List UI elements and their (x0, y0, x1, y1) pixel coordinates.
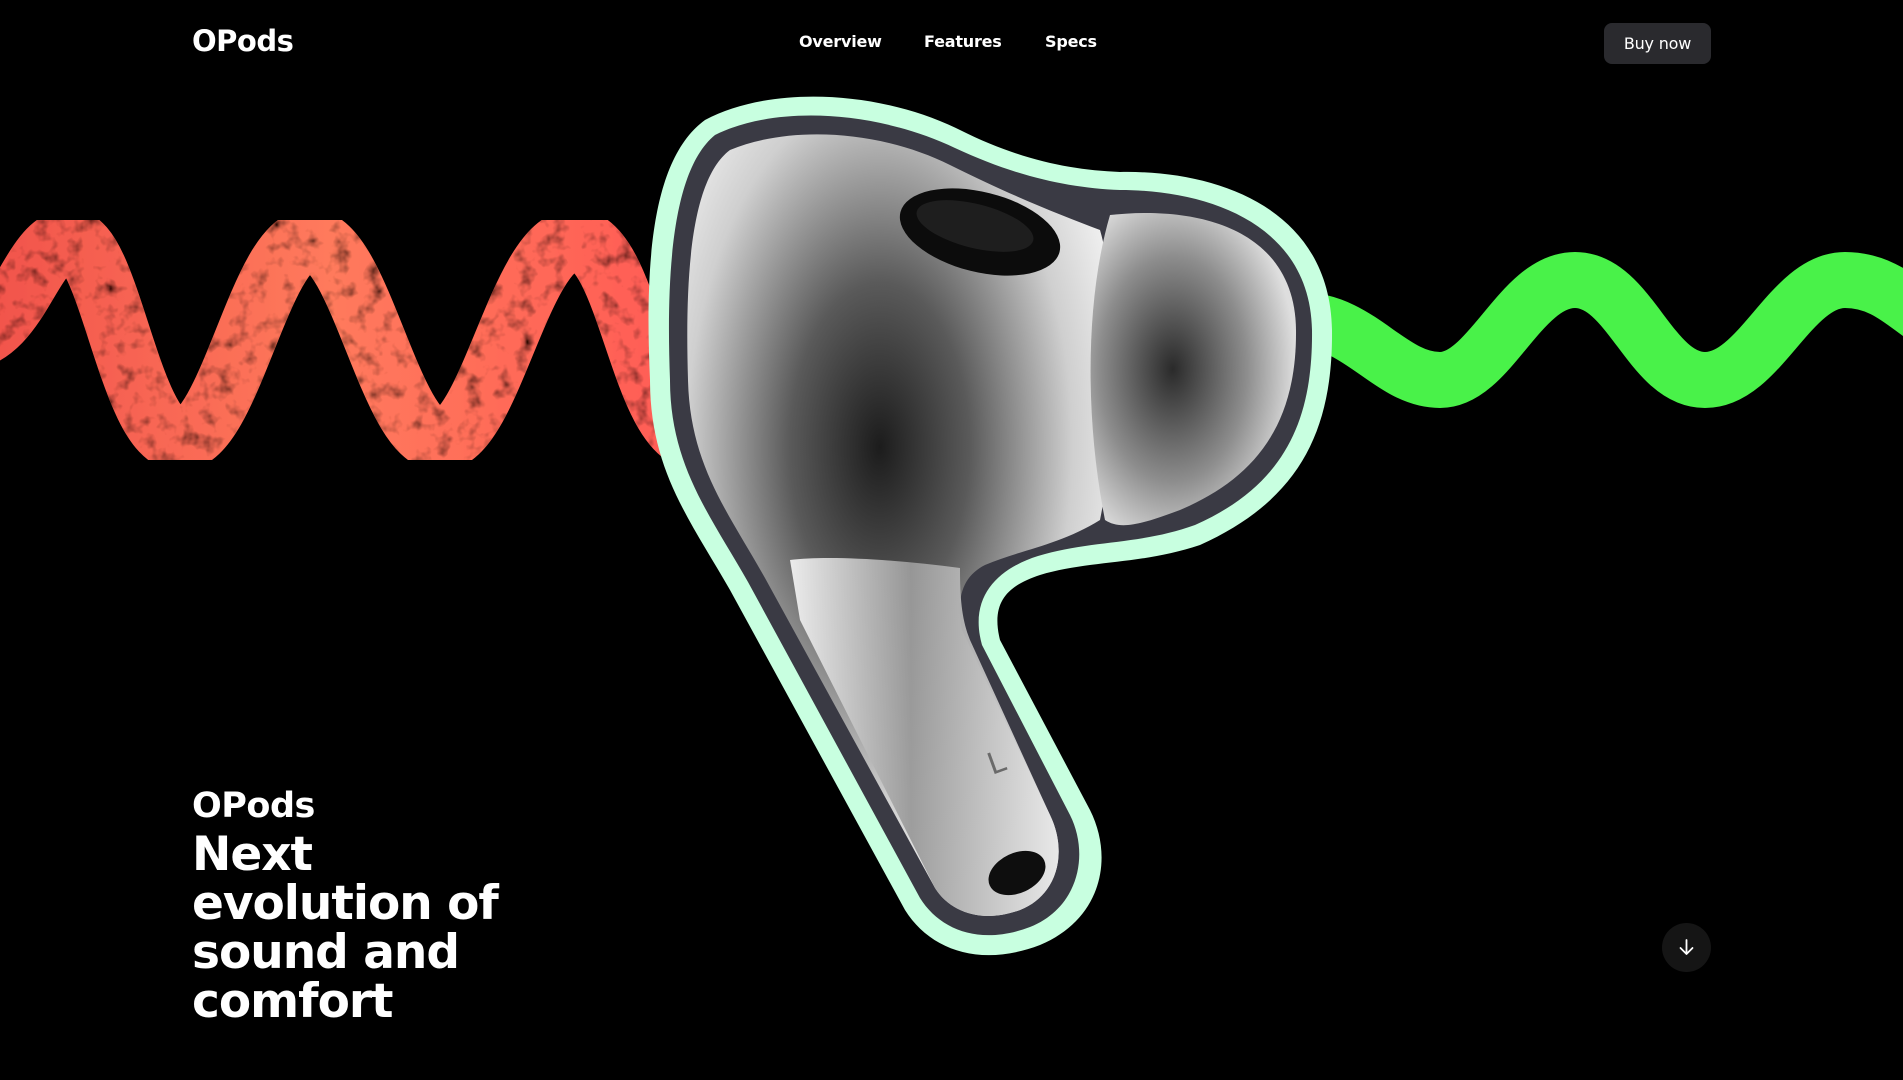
earbud: L (648, 96, 1333, 956)
hero-brand: OPods (192, 786, 315, 826)
red-wave (0, 208, 731, 472)
green-wave (1272, 251, 1903, 409)
page: L OPods Overview Features Specs Buy now … (0, 0, 1903, 1080)
buy-now-button[interactable]: Buy now (1604, 23, 1711, 64)
nav-specs[interactable]: Specs (1045, 32, 1097, 51)
site-header: OPods Overview Features Specs Buy now (0, 0, 1903, 88)
nav-overview[interactable]: Overview (799, 32, 882, 51)
arrow-down-icon (1679, 939, 1694, 955)
scroll-down-button[interactable] (1662, 923, 1711, 972)
nav-features[interactable]: Features (924, 32, 1002, 51)
hero-headline: Next evolution of sound and comfort (192, 827, 499, 1029)
hero-text: OPods Next evolution of sound and comfor… (192, 786, 552, 1026)
